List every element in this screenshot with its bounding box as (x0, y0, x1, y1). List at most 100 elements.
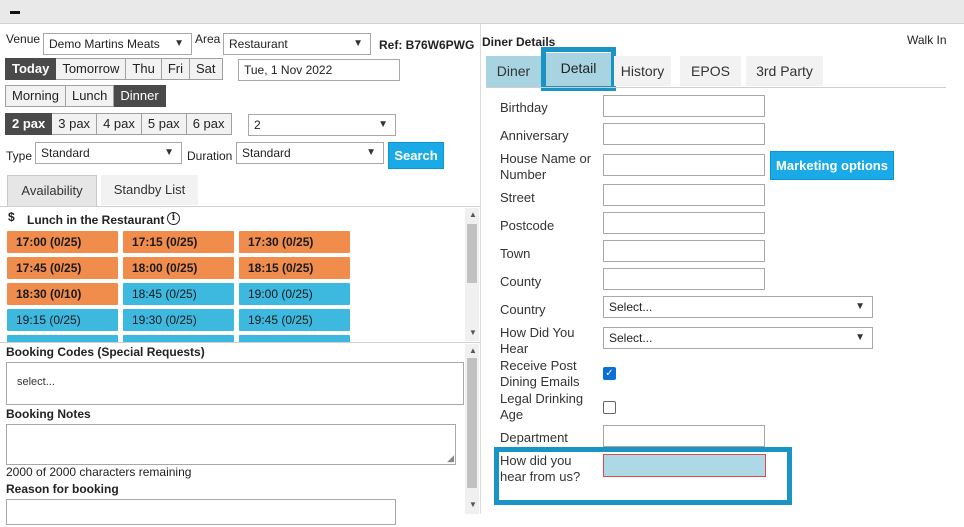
marketing-options-button[interactable]: Marketing options (770, 151, 894, 180)
chevron-down-icon: ▼ (855, 332, 865, 343)
date-input[interactable]: Tue, 1 Nov 2022 (238, 59, 400, 81)
venue-select[interactable]: Demo Martins Meats ▼ (43, 33, 192, 55)
scroll-up-icon[interactable]: ▲ (469, 346, 477, 355)
postcode-input[interactable] (603, 212, 765, 234)
scroll-up-icon[interactable]: ▲ (469, 210, 477, 219)
pax-3-button[interactable]: 3 pax (52, 113, 98, 135)
tab-3rd-party[interactable]: 3rd Party (746, 56, 823, 86)
town-input[interactable] (603, 240, 765, 262)
time-slot-button[interactable]: 17:15 (0/25) (123, 231, 234, 253)
chevron-down-icon: ▼ (366, 147, 376, 158)
time-slot-button[interactable]: 18:15 (0/25) (239, 257, 350, 279)
town-label: Town (500, 246, 531, 261)
booking-codes-title: Booking Codes (Special Requests) (6, 345, 205, 359)
country-select[interactable]: Select... ▼ (603, 296, 873, 318)
panel-divider (0, 342, 480, 343)
reason-title: Reason for booking (6, 482, 119, 496)
slot-grid: 17:00 (0/25) 17:15 (0/25) 17:30 (0/25) 17:4… (7, 231, 352, 342)
chevron-down-icon: ▼ (164, 147, 174, 158)
chevron-down-icon: ▼ (378, 119, 388, 130)
info-icon[interactable]: i (167, 212, 180, 225)
window-titlebar (0, 0, 964, 24)
chevron-down-icon: ▼ (855, 301, 865, 312)
booking-codes-placeholder: select... (17, 376, 55, 388)
booking-notes-textarea[interactable]: ◢ (6, 424, 456, 465)
time-slot-button[interactable]: 17:30 (0/25) (239, 231, 350, 253)
tab-availability[interactable]: Availability (7, 175, 97, 206)
area-select-value: Restaurant (229, 37, 288, 51)
thu-button[interactable]: Thu (126, 58, 162, 80)
lunch-button[interactable]: Lunch (65, 85, 115, 107)
birthday-input[interactable] (603, 95, 765, 117)
right-tab-divider (486, 87, 946, 88)
search-button[interactable]: Search (388, 142, 444, 169)
how-hear-us-label: How did you hear from us? (500, 453, 581, 484)
scroll-down-icon[interactable]: ▼ (469, 328, 477, 337)
county-input[interactable] (603, 268, 765, 290)
legal-drinking-checkbox[interactable] (603, 401, 616, 414)
tab-detail[interactable]: Detail (546, 53, 611, 86)
form-scroll-thumb[interactable] (467, 358, 477, 488)
tab-standby-list[interactable]: Standby List (101, 175, 198, 205)
currency-symbol: $ (8, 210, 15, 224)
time-slot-partial[interactable] (7, 335, 118, 342)
tab-epos[interactable]: EPOS (680, 56, 741, 86)
dinner-button[interactable]: Dinner (114, 85, 166, 107)
time-slot-button[interactable]: 19:45 (0/25) (239, 309, 350, 331)
tab-diner[interactable]: Diner (486, 56, 541, 87)
reason-input[interactable] (6, 499, 396, 525)
panel-separator (480, 24, 481, 514)
sat-button[interactable]: Sat (189, 58, 223, 80)
pax-2-button[interactable]: 2 pax (5, 113, 53, 135)
house-label: House Name or Number (500, 151, 592, 182)
street-input[interactable] (603, 184, 765, 206)
duration-select[interactable]: Standard ▼ (236, 142, 384, 164)
legal-drinking-label: Legal Drinking Age (500, 391, 584, 422)
pax-select[interactable]: 2 ▼ (248, 114, 396, 136)
time-slot-button[interactable]: 18:45 (0/25) (123, 283, 234, 305)
availability-scroll-thumb[interactable] (467, 224, 477, 283)
time-slot-button[interactable]: 18:30 (0/10) (7, 283, 118, 305)
time-slot-button[interactable]: 17:00 (0/25) (7, 231, 118, 253)
time-slot-button[interactable]: 19:30 (0/25) (123, 309, 234, 331)
tab-history[interactable]: History (614, 56, 671, 86)
characters-remaining: 2000 of 2000 characters remaining (6, 465, 192, 479)
fri-button[interactable]: Fri (161, 58, 190, 80)
time-slot-button[interactable]: 19:15 (0/25) (7, 309, 118, 331)
department-input[interactable] (603, 425, 765, 447)
chevron-down-icon: ▼ (174, 38, 184, 49)
pax-5-button[interactable]: 5 pax (141, 113, 187, 135)
receive-post-checkbox[interactable]: ✓ (603, 367, 616, 380)
resize-handle-icon[interactable]: ◢ (447, 453, 454, 464)
duration-select-value: Standard (242, 146, 291, 160)
area-label: Area (195, 32, 221, 46)
postcode-label: Postcode (500, 218, 555, 233)
time-slot-button[interactable]: 19:00 (0/25) (239, 283, 350, 305)
department-label: Department (500, 430, 568, 445)
how-did-you-hear-select[interactable]: Select... ▼ (603, 327, 873, 349)
minimize-icon[interactable] (10, 11, 20, 14)
type-select[interactable]: Standard ▼ (35, 142, 182, 164)
time-slot-button[interactable]: 18:00 (0/25) (123, 257, 234, 279)
pax-6-button[interactable]: 6 pax (186, 113, 232, 135)
time-slot-partial[interactable] (239, 335, 350, 342)
booking-codes-input[interactable]: select... (6, 362, 464, 405)
street-label: Street (500, 190, 535, 205)
venue-label: Venue (6, 32, 41, 46)
time-slot-partial[interactable] (123, 335, 234, 342)
scroll-down-icon[interactable]: ▼ (469, 500, 477, 509)
today-button[interactable]: Today (5, 58, 57, 80)
date-button-group: Today Tomorrow Thu Fri Sat (5, 58, 223, 80)
country-select-value: Select... (609, 300, 653, 314)
anniversary-input[interactable] (603, 123, 765, 145)
house-input[interactable] (603, 154, 765, 176)
booking-reference: Ref: B76W6PWG (379, 38, 475, 52)
tab-divider (0, 206, 480, 207)
tomorrow-button[interactable]: Tomorrow (56, 58, 127, 80)
walk-in-label: Walk In (907, 33, 947, 47)
how-hear-us-input[interactable] (603, 454, 766, 477)
pax-4-button[interactable]: 4 pax (97, 113, 142, 135)
time-slot-button[interactable]: 17:45 (0/25) (7, 257, 118, 279)
morning-button[interactable]: Morning (5, 85, 66, 107)
area-select[interactable]: Restaurant ▼ (223, 33, 371, 55)
